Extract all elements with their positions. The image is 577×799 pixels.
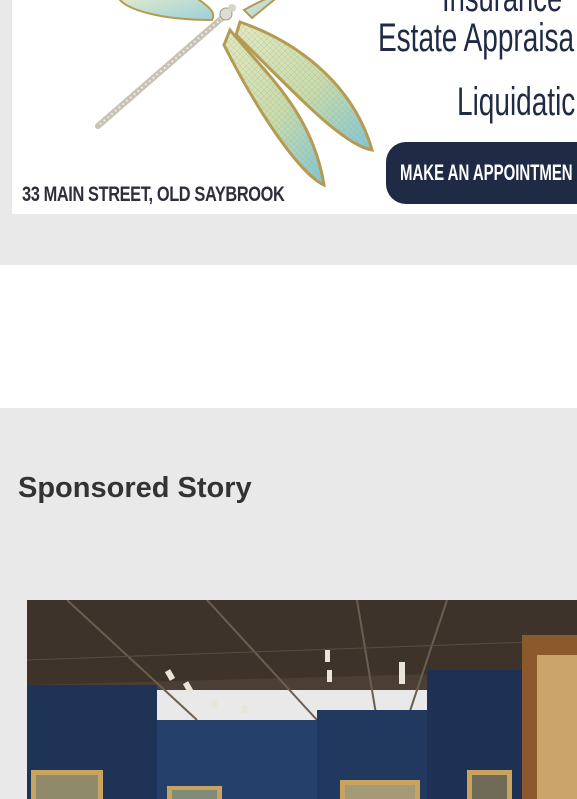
sponsored-story-heading: Sponsored Story [18,472,252,504]
ad-band: Insurance Estate Appraisa Liquidatic 33 … [0,0,577,265]
sponsored-section: Sponsored Story [0,408,577,799]
make-appointment-label: MAKE AN APPOINTMEN [400,160,573,185]
dragonfly-brooch-image [95,0,375,188]
gallery-photo-icon [27,600,577,799]
ad-text-liquidation: Liquidatic [457,80,576,124]
spacer [0,265,577,408]
advertisement-banner[interactable]: Insurance Estate Appraisa Liquidatic 33 … [12,0,577,214]
ad-text-estate-appraisal: Estate Appraisa [378,16,575,60]
ad-address: 33 MAIN STREET, OLD SAYBROOK [22,183,285,206]
make-appointment-button[interactable]: MAKE AN APPOINTMEN [386,142,577,204]
sponsored-story-image[interactable] [27,600,577,799]
page: Insurance Estate Appraisa Liquidatic 33 … [0,0,577,799]
